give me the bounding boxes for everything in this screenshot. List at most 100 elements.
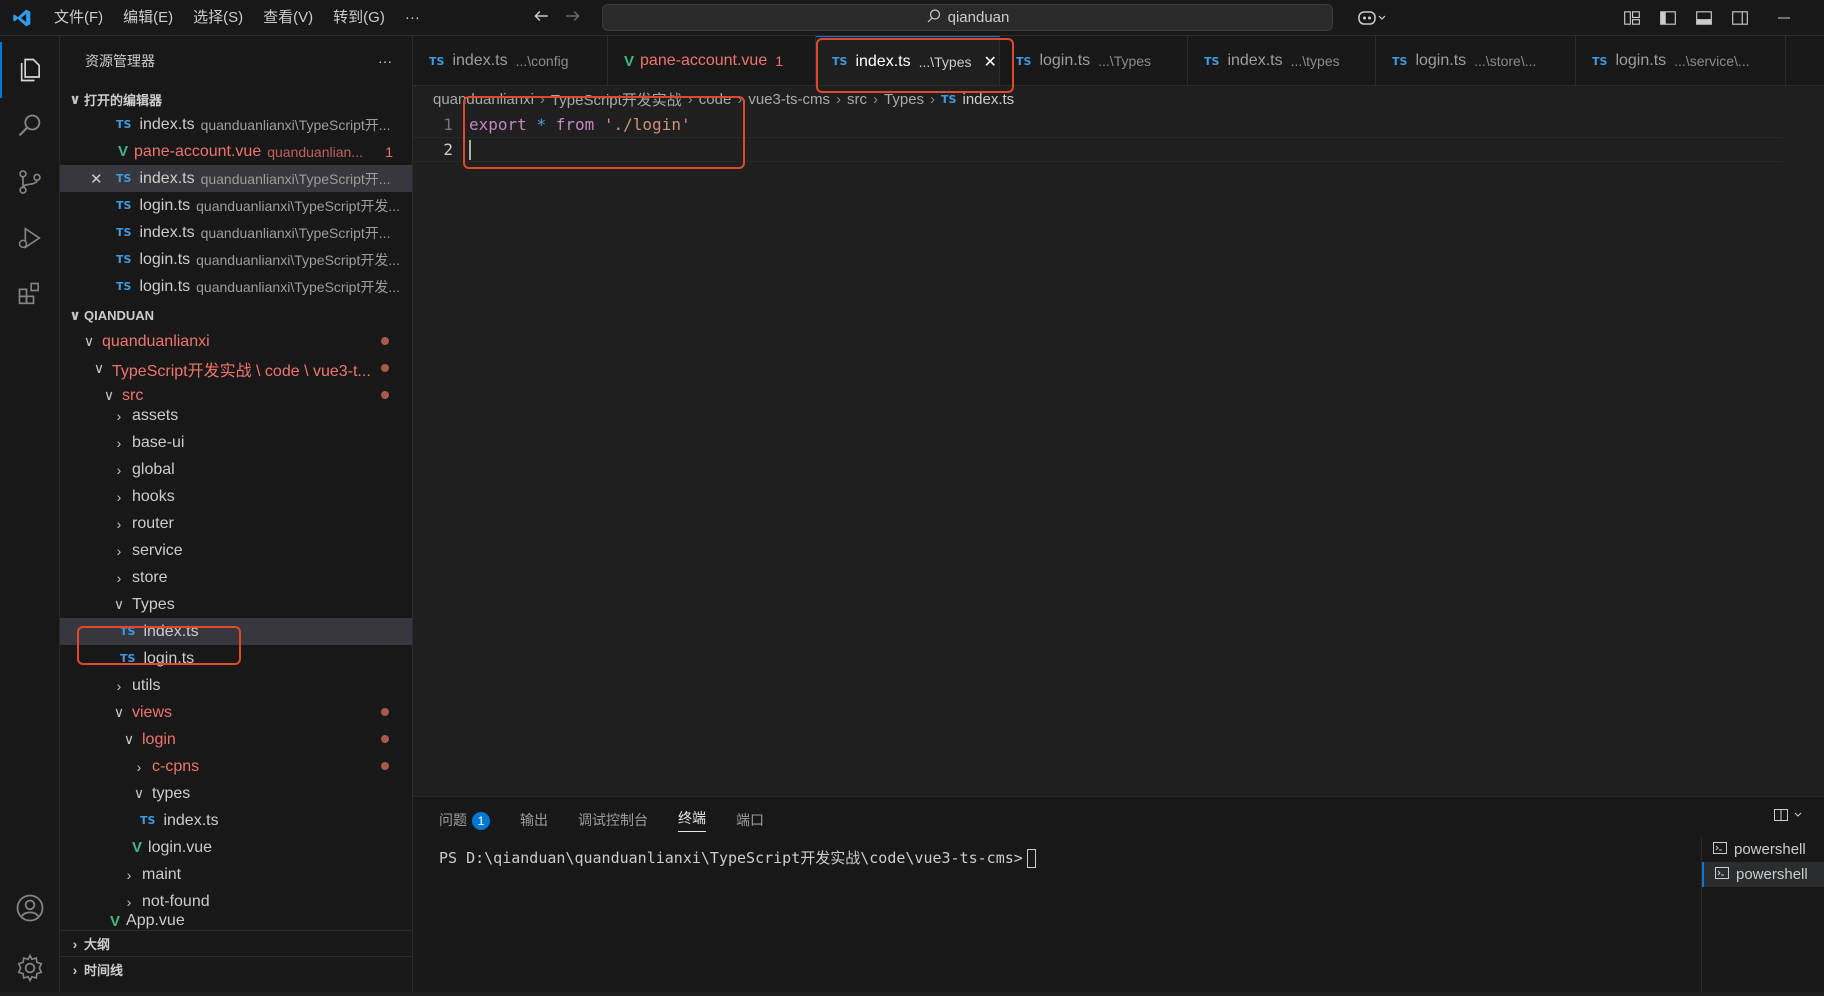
open-editor-item[interactable]: TS login.ts quanduanlianxi\TypeScript开发...: [60, 192, 412, 219]
chevron-down-icon: ∨: [123, 731, 135, 747]
open-editor-item[interactable]: TS login.ts quanduanlianxi\TypeScript开发...: [60, 246, 412, 273]
workspace-header[interactable]: ∨ QIANDUAN: [60, 302, 412, 328]
tree-folder[interactable]: ∨ TypeScript开发实战 \ code \ vue3-t...: [60, 355, 412, 382]
tree-folder[interactable]: › not-found: [60, 888, 412, 915]
search-view-icon[interactable]: [0, 98, 60, 154]
modified-dot: [381, 762, 389, 770]
tab-terminal[interactable]: 终端: [678, 808, 706, 832]
chevron-right-icon: ›: [116, 407, 122, 424]
outline-header[interactable]: › 大纲: [60, 930, 412, 956]
open-editor-item[interactable]: TS login.ts quanduanlianxi\TypeScript开发...: [60, 273, 412, 300]
accounts-icon[interactable]: [0, 880, 60, 936]
modified-dot: [381, 337, 389, 345]
forward-arrow-icon[interactable]: [564, 7, 582, 30]
tab-problems[interactable]: 问题 1: [439, 810, 490, 830]
vue-file-icon: V: [118, 143, 129, 160]
customize-layout-icon[interactable]: [1614, 0, 1650, 36]
menu-file[interactable]: 文件(F): [44, 0, 113, 36]
minimize-icon[interactable]: [1758, 0, 1810, 36]
tree-folder[interactable]: ∨ types: [60, 780, 412, 807]
explorer-icon[interactable]: [0, 42, 60, 98]
menu-edit[interactable]: 编辑(E): [113, 0, 183, 36]
chevron-right-icon: ›: [72, 935, 78, 952]
tree-folder[interactable]: ∨ views: [60, 699, 412, 726]
tree-folder[interactable]: › maint: [60, 861, 412, 888]
tree-folder[interactable]: › assets: [60, 402, 412, 429]
tree-folder[interactable]: › hooks: [60, 483, 412, 510]
tab-index-config[interactable]: TS index.ts ...\config: [413, 36, 608, 85]
open-editor-item-active[interactable]: ✕ TS index.ts quanduanlianxi\TypeScript开...: [60, 165, 412, 192]
breadcrumb-item[interactable]: src: [847, 91, 867, 108]
modified-dot: [381, 708, 389, 716]
ts-file-icon: TS: [1392, 54, 1408, 68]
tree-folder[interactable]: ∨ Types: [60, 591, 412, 618]
tab-login-service[interactable]: TS login.ts ...\service\...: [1576, 36, 1786, 85]
chevron-right-icon: ›: [126, 866, 132, 883]
tab-login-types[interactable]: TS login.ts ...\Types: [1000, 36, 1188, 85]
annotation-highlight-tab: [816, 38, 1014, 93]
copilot-icon[interactable]: [1346, 0, 1398, 36]
bottom-panel: 问题 1 输出 调试控制台 终端 端口 PS D:\qianduan\quandu…: [413, 796, 1824, 993]
terminal-instance-active[interactable]: powershell: [1702, 862, 1824, 887]
menu-selection[interactable]: 选择(S): [183, 0, 253, 36]
problems-badge: 1: [472, 812, 490, 830]
line-number: 2: [443, 140, 453, 159]
tree-file[interactable]: V App.vue: [60, 912, 412, 930]
menu-go[interactable]: 转到(G): [323, 0, 395, 36]
chevron-right-icon: ›: [873, 90, 879, 108]
toggle-sidebar-icon[interactable]: [1650, 0, 1686, 36]
tree-file[interactable]: Vlogin.vue: [60, 834, 412, 861]
tab-debug-console[interactable]: 调试控制台: [578, 810, 648, 830]
tree-folder[interactable]: › c-cpns: [60, 753, 412, 780]
tree-folder[interactable]: › router: [60, 510, 412, 537]
open-editor-item[interactable]: TS index.ts quanduanlianxi\TypeScript开...: [60, 219, 412, 246]
tab-output[interactable]: 输出: [520, 810, 548, 830]
command-center-search[interactable]: qianduan: [602, 4, 1333, 31]
annotation-highlight-code: [463, 96, 745, 169]
ts-file-icon: TS: [140, 814, 156, 827]
back-arrow-icon[interactable]: [532, 7, 550, 30]
tree-folder[interactable]: ∨ quanduanlianxi: [60, 328, 412, 355]
open-editor-item[interactable]: TS index.ts quanduanlianxi\TypeScript开...: [60, 111, 412, 138]
annotation-highlight-tree: [77, 626, 241, 665]
timeline-header[interactable]: › 时间线: [60, 956, 412, 982]
chevron-right-icon: ›: [116, 488, 122, 505]
tab-pane-account[interactable]: Vpane-account.vue 1: [608, 36, 816, 85]
open-editor-item[interactable]: Vpane-account.vue quanduanlian... 1: [60, 138, 412, 165]
tree-file[interactable]: TS index.ts: [60, 807, 412, 834]
breadcrumb-item[interactable]: vue3-ts-cms: [748, 91, 830, 108]
tree-folder[interactable]: ∨ login: [60, 726, 412, 753]
tree-folder[interactable]: › store: [60, 564, 412, 591]
chevron-down-icon: ∨: [93, 360, 105, 376]
terminal-instance[interactable]: powershell: [1702, 837, 1824, 862]
settings-gear-icon[interactable]: [0, 940, 60, 996]
tab-login-store[interactable]: TS login.ts ...\store\...: [1376, 36, 1576, 85]
toggle-panel-icon[interactable]: [1686, 0, 1722, 36]
chevron-down-icon: ∨: [69, 90, 81, 107]
tree-folder[interactable]: › service: [60, 537, 412, 564]
tree-folder[interactable]: › base-ui: [60, 429, 412, 456]
close-icon[interactable]: ✕: [90, 170, 116, 188]
menu-more[interactable]: ···: [395, 0, 430, 36]
open-editors-header[interactable]: ∨ 打开的编辑器: [60, 86, 412, 112]
terminal-output[interactable]: PS D:\qianduan\quanduanlianxi\TypeScript…: [439, 847, 1036, 868]
tree-folder[interactable]: › utils: [60, 672, 412, 699]
breadcrumb-item[interactable]: Types: [884, 91, 924, 108]
ts-file-icon: TS: [116, 172, 132, 185]
ts-file-icon: TS: [429, 54, 445, 68]
run-debug-icon[interactable]: [0, 210, 60, 266]
tab-ports[interactable]: 端口: [736, 810, 764, 830]
vue-file-icon: V: [132, 839, 143, 856]
tab-index-types-lower[interactable]: TS index.ts ...\types: [1188, 36, 1376, 85]
ts-file-icon: TS: [941, 92, 957, 106]
chevron-right-icon: ›: [72, 961, 78, 978]
explorer-more-button[interactable]: ···: [378, 53, 392, 69]
breadcrumb-item[interactable]: index.ts: [962, 91, 1014, 108]
toggle-secondary-sidebar-icon[interactable]: [1722, 0, 1758, 36]
line-number: 1: [443, 115, 453, 134]
tree-folder[interactable]: › global: [60, 456, 412, 483]
source-control-icon[interactable]: [0, 154, 60, 210]
extensions-icon[interactable]: [0, 266, 60, 322]
split-terminal-icon[interactable]: [1773, 807, 1803, 823]
menu-view[interactable]: 查看(V): [253, 0, 323, 36]
